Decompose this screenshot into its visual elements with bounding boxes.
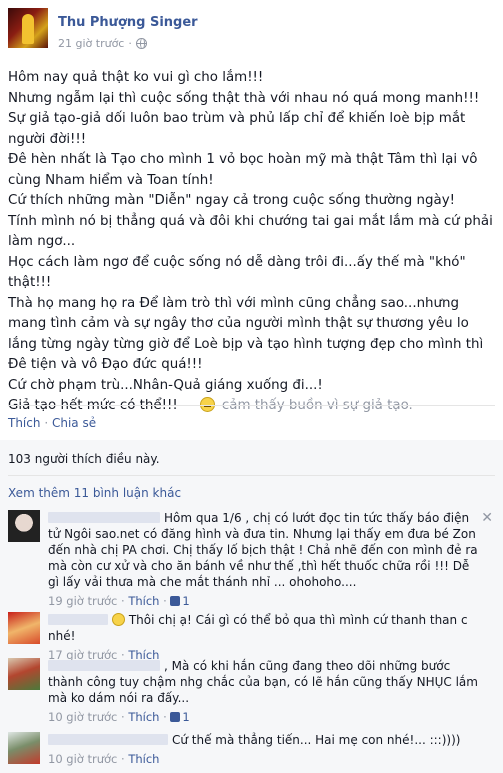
thumbs-up-icon	[170, 712, 181, 722]
post-last-line: Giả tạo hết mức có thể!!! — cảm thấy buồ…	[8, 396, 495, 417]
comment-meta: 10 giờ trước · Thích · 1	[48, 710, 190, 724]
divider	[8, 475, 495, 476]
thumbs-up-icon	[170, 596, 181, 606]
commenter-avatar[interactable]	[8, 732, 40, 764]
globe-icon[interactable]	[135, 38, 147, 49]
likes-summary[interactable]: 103 người thích điều này.	[8, 452, 160, 466]
commenter-avatar[interactable]	[8, 510, 40, 542]
divider	[8, 405, 495, 406]
post-body: Hôm nay quả thật ko vui gì cho lắm!!! Nh…	[8, 68, 495, 417]
comment-text: Thôi chị ạ! Cái gì có thể bỏ qua thì mìn…	[48, 613, 468, 643]
comment-like-count[interactable]: 1	[182, 594, 189, 608]
commenter-name[interactable]	[48, 734, 168, 745]
post-line: Đê hèn nhất là Tạo cho mình 1 vỏ bọc hoà…	[8, 152, 478, 188]
comment-body: Cứ thế mà thẳng tiến... Hai mẹ con nhé!.…	[48, 732, 478, 767]
post-header: Thu Phượng Singer 21 giờ trước ·	[8, 8, 495, 54]
commenter-avatar[interactable]	[8, 612, 40, 644]
commenter-name[interactable]	[48, 512, 160, 523]
comment-body: Thôi chị ạ! Cái gì có thể bỏ qua thì mìn…	[48, 612, 478, 663]
post-time[interactable]: 21 giờ trước	[58, 37, 124, 50]
like-button[interactable]: Thích	[8, 416, 40, 430]
meta-separator: ·	[128, 37, 132, 50]
feedback-section: 103 người thích điều này. Xem thêm 11 bì…	[0, 440, 503, 773]
comment-meta: 10 giờ trước · Thích	[48, 752, 160, 766]
post-line: Cứ thích những màn "Diễn" ngay cả trong …	[8, 193, 455, 208]
post-meta: 21 giờ trước ·	[58, 37, 147, 50]
close-icon[interactable]: ✕	[481, 510, 493, 526]
smiley-icon	[112, 613, 125, 626]
post-actions: Thích · Chia sẻ	[8, 416, 96, 430]
action-separator: ·	[44, 416, 49, 430]
author-avatar[interactable]	[8, 8, 48, 48]
comment-body: Hôm qua 1/6 , chị có lướt đọc tin tức th…	[48, 510, 478, 609]
comment-meta: 19 giờ trước · Thích · 1	[48, 594, 190, 608]
comment-body: , Mà có khi hắn cũng đang theo dõi những…	[48, 658, 478, 725]
comment-like-count[interactable]: 1	[182, 710, 189, 724]
commenter-name[interactable]	[48, 614, 108, 625]
comment-like-button[interactable]: Thích	[128, 594, 159, 608]
author-name[interactable]: Thu Phượng Singer	[58, 15, 198, 30]
post-line: Nhưng ngẫm lại thì cuộc sống thật thà vớ…	[8, 90, 480, 106]
commenter-avatar[interactable]	[8, 658, 40, 690]
comment-time[interactable]: 10 giờ trước	[48, 710, 117, 724]
post-line: Tính mình nó bị thẳng quá và đôi khi chư…	[8, 213, 493, 250]
post-line: Hôm nay quả thật ko vui gì cho lắm!!!	[8, 70, 264, 85]
post-line: Sự giả tạo-giả dối luôn bao trùm và phủ …	[8, 111, 466, 147]
comment-like-button[interactable]: Thích	[128, 710, 159, 724]
commenter-name[interactable]	[48, 660, 160, 671]
post-line: Học cách làm ngơ để cuộc sống nó dễ dàng…	[8, 254, 466, 291]
view-more-comments-link[interactable]: Xem thêm 11 bình luận khác	[8, 486, 181, 500]
comment-time[interactable]: 10 giờ trước	[48, 752, 117, 766]
comment-like-button[interactable]: Thích	[128, 752, 159, 766]
post-line: Cứ chờ phạm trù...Nhân-Quả giáng xuống đ…	[8, 377, 323, 393]
post-line: Thà họ mang họ ra Để làm trò thì với mìn…	[8, 295, 484, 373]
comment-text: Cứ thế mà thẳng tiến... Hai mẹ con nhé!.…	[172, 733, 461, 747]
share-button[interactable]: Chia sẻ	[52, 416, 96, 430]
comment-time[interactable]: 19 giờ trước	[48, 594, 117, 608]
